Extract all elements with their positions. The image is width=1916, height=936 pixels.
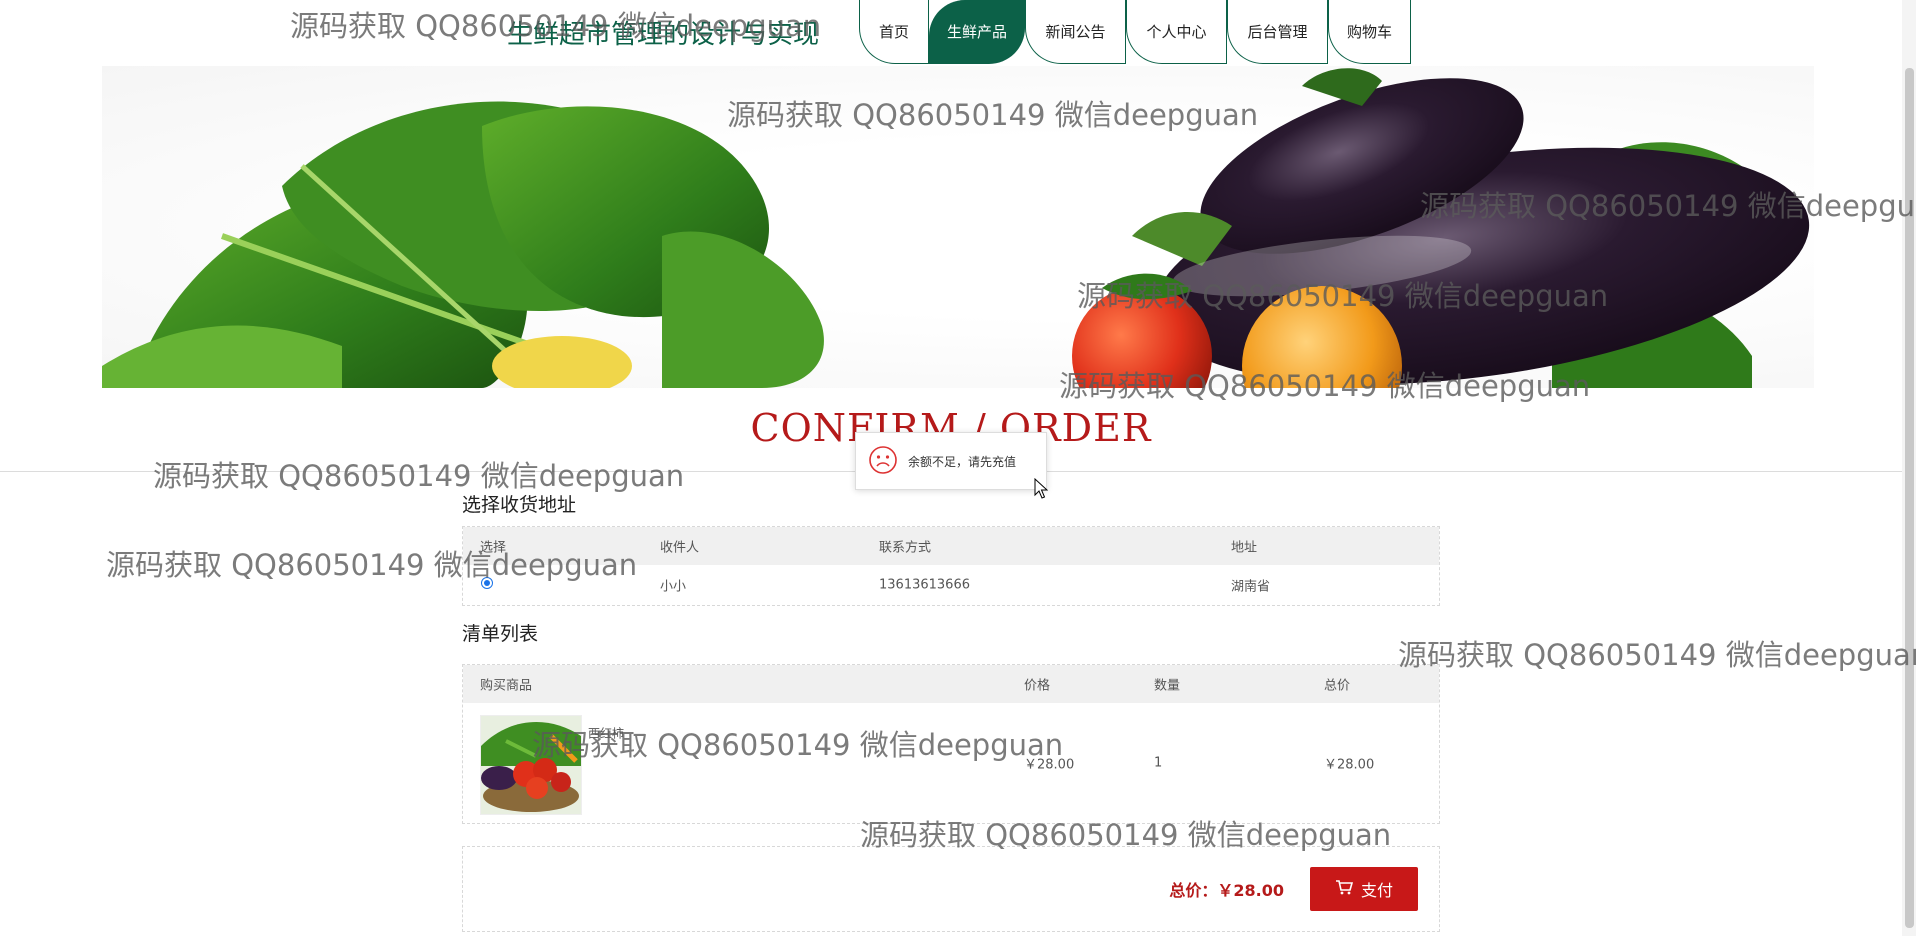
nav-item-fresh-products[interactable]: 生鲜产品 bbox=[929, 0, 1025, 64]
product-qty: 1 bbox=[1154, 755, 1163, 771]
col-select: 选择 bbox=[480, 540, 507, 556]
address-table-header: 选择 收件人 联系方式 地址 bbox=[463, 527, 1439, 565]
col-receiver: 收件人 bbox=[660, 540, 700, 556]
scrollbar-track[interactable] bbox=[1902, 0, 1916, 936]
hero-banner bbox=[102, 66, 1814, 388]
product-name[interactable]: 西红柿 bbox=[588, 725, 624, 742]
table-row[interactable]: 小小 13613613666 湖南省 bbox=[463, 565, 1439, 605]
address-radio[interactable] bbox=[481, 577, 493, 589]
order-total: 总价：￥28.00 bbox=[1169, 881, 1284, 900]
product-price: ￥28.00 bbox=[1024, 757, 1075, 773]
nav-item-profile[interactable]: 个人中心 bbox=[1126, 0, 1227, 64]
pay-button-label: 支付 bbox=[1360, 881, 1393, 900]
toast-message: 余额不足，请先充值 bbox=[855, 432, 1047, 490]
cart-icon bbox=[1335, 879, 1354, 899]
mouse-cursor-icon bbox=[1034, 477, 1049, 504]
receiver-phone: 13613613666 bbox=[879, 577, 970, 593]
sad-face-icon bbox=[868, 445, 898, 478]
scrollbar-thumb[interactable] bbox=[1905, 68, 1914, 928]
col-total: 总价 bbox=[1324, 678, 1351, 694]
col-address: 地址 bbox=[1231, 540, 1258, 556]
nav-item-cart[interactable]: 购物车 bbox=[1328, 0, 1411, 64]
order-summary: 总价：￥28.00 支付 bbox=[462, 846, 1440, 932]
nav-item-news[interactable]: 新闻公告 bbox=[1025, 0, 1126, 64]
items-table: 购买商品 价格 数量 总价 西红柿 ￥28.00 1 ￥28.00 bbox=[462, 664, 1440, 824]
col-qty: 数量 bbox=[1154, 678, 1181, 694]
address-table: 选择 收件人 联系方式 地址 小小 13613613666 湖南省 bbox=[462, 526, 1440, 606]
items-table-header: 购买商品 价格 数量 总价 bbox=[463, 665, 1439, 703]
col-product: 购买商品 bbox=[480, 678, 533, 694]
address-section-label: 选择收货地址 bbox=[462, 494, 577, 516]
col-contact: 联系方式 bbox=[879, 540, 932, 556]
items-section-label: 清单列表 bbox=[462, 623, 539, 645]
pay-button[interactable]: 支付 bbox=[1310, 867, 1418, 911]
receiver-name: 小小 bbox=[660, 579, 687, 595]
nav-item-home[interactable]: 首页 bbox=[859, 0, 929, 64]
watermark: 源码获取 QQ86050149 微信deepguan bbox=[1398, 638, 1916, 672]
receiver-address: 湖南省 bbox=[1231, 579, 1271, 595]
col-price: 价格 bbox=[1024, 678, 1051, 694]
table-row: 西红柿 ￥28.00 1 ￥28.00 bbox=[463, 703, 1439, 823]
vegetables-image bbox=[102, 68, 1810, 388]
site-title: 生鲜超市管理的设计与实现 bbox=[507, 20, 820, 50]
nav-item-admin[interactable]: 后台管理 bbox=[1227, 0, 1328, 64]
product-total: ￥28.00 bbox=[1324, 757, 1375, 773]
product-image[interactable] bbox=[480, 715, 582, 815]
toast-text: 余额不足，请先充值 bbox=[908, 454, 1017, 469]
